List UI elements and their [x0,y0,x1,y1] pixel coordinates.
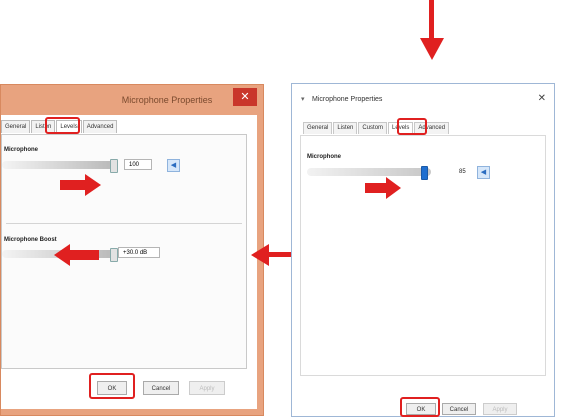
speaker-icon[interactable]: ◀ [477,166,490,179]
microphone-boost-value-field[interactable]: +30.0 dB [118,247,160,258]
arrow-right-mic-head [85,174,101,196]
left-window-client: General Listen Levels Advanced Microphon… [1,115,257,409]
left-window-title: Microphone Properties [121,95,213,105]
right-properties-window: ▾ Microphone Properties ✕ General Listen… [291,83,555,417]
tab-custom[interactable]: Custom [358,122,388,134]
right-tab-bar: General Listen Custom Levels Advanced [303,122,450,134]
microphone-value-field[interactable]: 100 [124,159,152,170]
left-properties-window: Microphone Properties ✕ General Listen L… [0,84,264,416]
cancel-button[interactable]: Cancel [442,403,476,415]
levels-tab-highlight [45,117,80,134]
right-close-button[interactable]: ✕ [538,93,546,104]
levels-tab-highlight [397,118,427,135]
tab-general[interactable]: General [1,120,31,133]
speaker-icon[interactable]: ◀ [167,159,180,172]
arrow-right-mic-right-window [365,183,387,193]
apply-button[interactable]: Apply [483,403,517,415]
arrow-right-mic [60,180,86,190]
microphone-label: Microphone [4,147,38,153]
ok-button-highlight [89,373,135,399]
cancel-button[interactable]: Cancel [143,381,179,395]
panel-divider [6,223,242,224]
left-levels-panel: Microphone 100 ◀ Microphone Boost +30.0 … [1,134,247,369]
left-close-button[interactable]: ✕ [233,88,257,106]
microphone-boost-slider-thumb[interactable] [110,248,118,262]
right-window-title: Microphone Properties [312,96,383,103]
arrow-left-between-head [251,244,269,266]
microphone-label: Microphone [307,154,341,160]
down-arrow-head [420,38,444,60]
tab-general[interactable]: General [303,122,333,134]
microphone-slider-thumb[interactable] [110,159,118,173]
down-arrow-shaft [429,0,434,42]
microphone-slider[interactable] [2,161,114,169]
microphone-boost-label: Microphone Boost [4,237,57,243]
apply-button[interactable]: Apply [189,381,225,395]
microphone-slider[interactable] [307,168,431,176]
microphone-slider-thumb[interactable] [421,166,428,180]
arrow-left-boost-head [54,244,70,266]
microphone-value-text: 85 [459,169,466,175]
tab-listen[interactable]: Listen [333,122,358,134]
arrow-left-boost [69,250,99,260]
right-levels-panel: Microphone 85 ◀ [300,135,546,376]
microphone-app-icon: ▾ [301,96,305,103]
tab-advanced[interactable]: Advanced [82,120,118,133]
ok-button-highlight [400,397,440,417]
arrow-right-mic-right-window-head [386,177,401,199]
